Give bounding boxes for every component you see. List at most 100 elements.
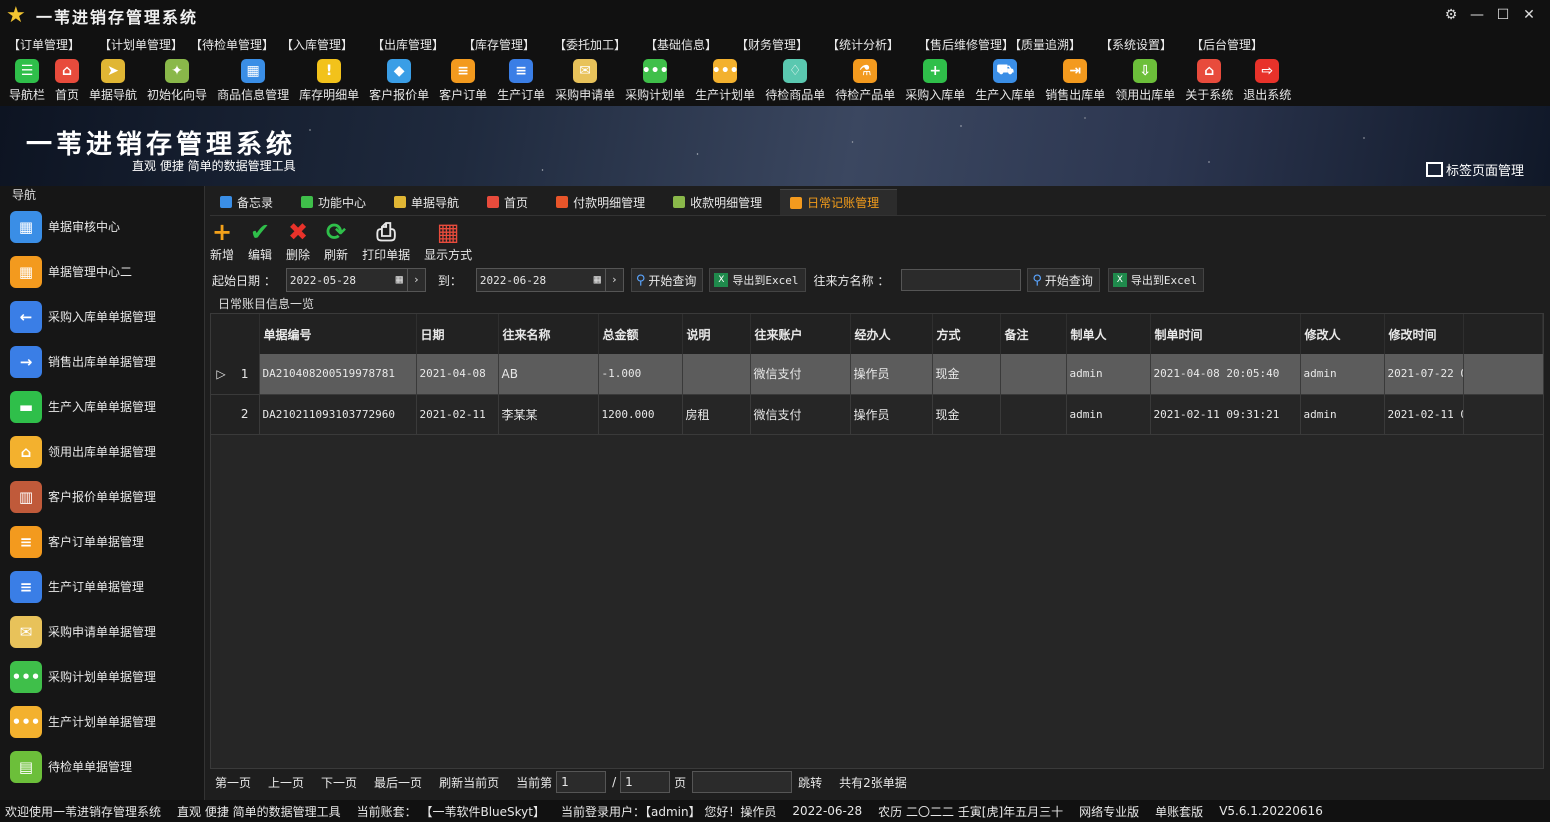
query-button[interactable]: ⚲ 开始查询 bbox=[630, 268, 704, 292]
chevron-right-icon[interactable]: › bbox=[406, 269, 425, 291]
nav-item-3[interactable]: → 销售出库单单据管理 bbox=[0, 339, 204, 384]
export-excel-button-2[interactable]: X 导出到Excel bbox=[1107, 268, 1205, 292]
table-row[interactable]: 2 DA210211093103772960 2021-02-11 李某某 1200.0… bbox=[211, 394, 1543, 435]
table-cell[interactable]: 微信支付 bbox=[750, 354, 851, 395]
toolbar-button-18[interactable]: ⌂ 关于系统 bbox=[1180, 56, 1238, 103]
tab-2[interactable]: 单据导航 bbox=[384, 189, 477, 215]
print-button[interactable]: ⎙ 打印单据 bbox=[362, 218, 410, 263]
toolbar-button-0[interactable]: ☰ 导航栏 bbox=[4, 56, 50, 103]
close-icon[interactable]: ✕ bbox=[1516, 4, 1542, 26]
jump-page-input[interactable] bbox=[692, 771, 793, 793]
table-cell[interactable]: 2021-04-08 bbox=[416, 354, 499, 395]
nav-item-2[interactable]: ← 采购入库单单据管理 bbox=[0, 294, 204, 339]
toolbar-button-7[interactable]: ≡ 客户订单 bbox=[434, 56, 492, 103]
table-cell[interactable]: AB bbox=[498, 354, 599, 395]
table-cell[interactable]: 现金 bbox=[932, 394, 1001, 435]
menu-item-0[interactable]: 【订单管理】 bbox=[8, 36, 99, 53]
tab-4[interactable]: 付款明细管理 bbox=[546, 189, 663, 215]
column-header[interactable]: 说明 bbox=[682, 314, 751, 354]
table-cell[interactable]: -1.000 bbox=[598, 354, 683, 395]
table-cell[interactable]: admin bbox=[1066, 354, 1151, 395]
nav-item-9[interactable]: ✉ 采购申请单单据管理 bbox=[0, 609, 204, 654]
menu-item-2[interactable]: 【待检单管理】 bbox=[190, 36, 281, 53]
table-cell[interactable]: 2021-04-08 20:05:40 bbox=[1150, 354, 1301, 395]
menu-item-7[interactable]: 【基础信息】 bbox=[645, 36, 736, 53]
toolbar-button-8[interactable]: ≡ 生产订单 bbox=[492, 56, 550, 103]
table-cell[interactable]: admin bbox=[1300, 354, 1385, 395]
column-header[interactable]: 单据编号 bbox=[259, 314, 417, 354]
prev-page-link[interactable]: 上一页 bbox=[268, 774, 304, 791]
menu-item-11[interactable]: 【质量追溯】 bbox=[1009, 36, 1100, 53]
column-header[interactable]: 经办人 bbox=[850, 314, 933, 354]
tab-6[interactable]: 日常记账管理 bbox=[780, 189, 898, 215]
nav-item-10[interactable]: ••• 采购计划单单据管理 bbox=[0, 654, 204, 699]
table-cell[interactable]: 现金 bbox=[932, 354, 1001, 395]
column-header[interactable]: 修改时间 bbox=[1384, 314, 1464, 354]
column-header[interactable]: 备注 bbox=[1000, 314, 1067, 354]
column-header[interactable]: 制单时间 bbox=[1150, 314, 1301, 354]
table-cell[interactable] bbox=[682, 354, 751, 395]
nav-item-12[interactable]: ▤ 待检单单据管理 bbox=[0, 744, 204, 789]
current-page-input[interactable]: 1 bbox=[556, 771, 607, 793]
tab-0[interactable]: 备忘录 bbox=[210, 189, 291, 215]
jump-button[interactable]: 跳转 bbox=[798, 774, 822, 791]
toolbar-button-19[interactable]: ⇨ 退出系统 bbox=[1238, 56, 1296, 103]
table-cell[interactable] bbox=[1000, 354, 1067, 395]
column-header[interactable]: 往来名称 bbox=[498, 314, 599, 354]
table-cell[interactable] bbox=[1000, 394, 1067, 435]
menu-item-12[interactable]: 【系统设置】 bbox=[1100, 36, 1191, 53]
nav-item-8[interactable]: ≡ 生产订单单据管理 bbox=[0, 564, 204, 609]
toolbar-button-4[interactable]: ▦ 商品信息管理 bbox=[212, 56, 294, 103]
tab-1[interactable]: 功能中心 bbox=[291, 189, 384, 215]
calendar-icon[interactable]: ▦ bbox=[594, 272, 601, 286]
menu-item-4[interactable]: 【出库管理】 bbox=[372, 36, 463, 53]
nav-item-7[interactable]: ≡ 客户订单单据管理 bbox=[0, 519, 204, 564]
table-cell[interactable]: admin bbox=[1066, 394, 1151, 435]
table-cell[interactable]: 2021-07-22 09:02:36 bbox=[1384, 354, 1464, 395]
next-page-link[interactable]: 下一页 bbox=[321, 774, 357, 791]
tab-5[interactable]: 收款明细管理 bbox=[663, 189, 780, 215]
table-cell[interactable]: 操作员 bbox=[850, 394, 933, 435]
nav-item-1[interactable]: ▦ 单据管理中心二 bbox=[0, 249, 204, 294]
nav-item-5[interactable]: ⌂ 领用出库单单据管理 bbox=[0, 429, 204, 474]
menu-item-10[interactable]: 【售后维修管理】 bbox=[918, 36, 1014, 53]
toolbar-button-10[interactable]: ••• 采购计划单 bbox=[620, 56, 690, 103]
toolbar-button-15[interactable]: ⛟ 生产入库单 bbox=[970, 56, 1040, 103]
nav-item-4[interactable]: ▬ 生产入库单单据管理 bbox=[0, 384, 204, 429]
toolbar-button-14[interactable]: + 采购入库单 bbox=[900, 56, 970, 103]
first-page-link[interactable]: 第一页 bbox=[215, 774, 251, 791]
nav-item-11[interactable]: ••• 生产计划单单据管理 bbox=[0, 699, 204, 744]
table-cell[interactable]: 操作员 bbox=[850, 354, 933, 395]
table-cell[interactable]: 2021-02-11 09:31:21 bbox=[1384, 394, 1464, 435]
settings-icon[interactable]: ⚙ bbox=[1438, 4, 1464, 26]
column-header[interactable]: 往来账户 bbox=[750, 314, 851, 354]
table-cell[interactable]: 2021-02-11 09:31:21 bbox=[1150, 394, 1301, 435]
toolbar-button-6[interactable]: ◆ 客户报价单 bbox=[364, 56, 434, 103]
chevron-right-icon[interactable]: › bbox=[604, 269, 623, 291]
toolbar-button-16[interactable]: ⇥ 销售出库单 bbox=[1040, 56, 1110, 103]
start-date-input[interactable]: 2022-05-28 ▦ › bbox=[285, 268, 426, 292]
menu-item-9[interactable]: 【统计分析】 bbox=[827, 36, 918, 53]
table-cell[interactable]: 微信支付 bbox=[750, 394, 851, 435]
partner-name-input[interactable] bbox=[901, 269, 1022, 291]
maximize-icon[interactable]: ☐ bbox=[1490, 4, 1516, 26]
menu-item-1[interactable]: 【计划单管理】 bbox=[99, 36, 190, 53]
minimize-icon[interactable]: — bbox=[1464, 4, 1490, 26]
table-cell[interactable]: 1200.000 bbox=[598, 394, 683, 435]
menu-item-6[interactable]: 【委托加工】 bbox=[554, 36, 645, 53]
toolbar-button-17[interactable]: ⇩ 领用出库单 bbox=[1110, 56, 1180, 103]
end-date-input[interactable]: 2022-06-28 ▦ › bbox=[475, 268, 624, 292]
menu-item-8[interactable]: 【财务管理】 bbox=[736, 36, 827, 53]
toolbar-button-3[interactable]: ✦ 初始化向导 bbox=[142, 56, 212, 103]
toolbar-button-9[interactable]: ✉ 采购申请单 bbox=[550, 56, 620, 103]
toolbar-button-1[interactable]: ⌂ 首页 bbox=[50, 56, 84, 103]
table-cell[interactable]: 房租 bbox=[682, 394, 751, 435]
menu-item-5[interactable]: 【库存管理】 bbox=[463, 36, 554, 53]
toolbar-button-5[interactable]: ! 库存明细单 bbox=[294, 56, 364, 103]
tab-3[interactable]: 首页 bbox=[477, 189, 546, 215]
toolbar-button-2[interactable]: ➤ 单据导航 bbox=[84, 56, 142, 103]
table-cell[interactable]: DA210408200519978781 bbox=[259, 354, 417, 395]
nav-item-0[interactable]: ▦ 单据审核中心 bbox=[0, 204, 204, 249]
add-button[interactable]: + 新增 bbox=[210, 218, 234, 263]
table-row[interactable]: ▷ 1 DA210408200519978781 2021-04-08 AB -1.000… bbox=[211, 354, 1543, 395]
